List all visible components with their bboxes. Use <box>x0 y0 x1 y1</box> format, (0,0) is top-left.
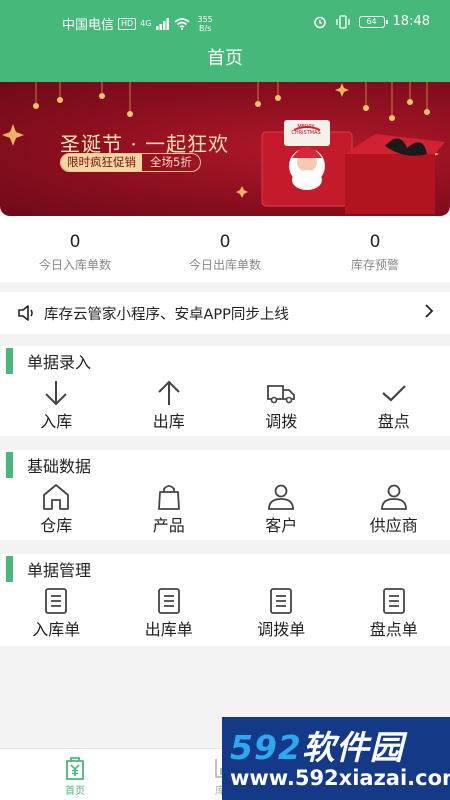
section-header: 单据管理 <box>0 554 450 584</box>
chevron-right-icon[interactable] <box>424 303 434 324</box>
menu-item-label: 盘点单 <box>369 620 418 639</box>
promo-label: 限时疯狂促销 <box>61 154 142 171</box>
banner-promo: 限时疯狂促销 全场5折 <box>60 153 201 172</box>
stat-today-inbound[interactable]: 0 今日入库单数 <box>0 216 150 282</box>
menu-item-transfer-orders[interactable]: 调拨单 <box>225 584 338 644</box>
watermark-brand: 592软件园 <box>230 728 404 767</box>
stat-label: 今日入库单数 <box>38 258 111 272</box>
section-basic-data: 基础数据 仓库 产品 客户 供应商 <box>0 450 450 540</box>
network-type: 4G <box>140 19 152 28</box>
alarm-icon <box>313 16 326 28</box>
yen-bag-icon <box>66 757 84 780</box>
arrow-down-icon <box>45 381 67 406</box>
network-speed: 355 B/s <box>197 14 213 33</box>
site-watermark: 592软件园 www.592xiazai.com <box>222 717 450 800</box>
menu-item-warehouse[interactable]: 仓库 <box>0 480 113 540</box>
section-title: 基础数据 <box>27 457 92 476</box>
menu-item-label: 出库单 <box>144 620 193 639</box>
menu-item-inbound-orders[interactable]: 入库单 <box>0 584 113 644</box>
menu-item-inbound[interactable]: 入库 <box>0 376 113 436</box>
tab-home[interactable]: 首页 <box>0 749 150 800</box>
user-icon <box>268 484 295 510</box>
section-accent-bar <box>6 452 13 478</box>
menu-item-label: 入库单 <box>32 620 81 639</box>
stats-row: 0 今日入库单数 0 今日出库单数 0 库存预警 <box>0 216 450 282</box>
menu-item-customer[interactable]: 客户 <box>225 480 338 540</box>
menu-item-label: 出库 <box>152 412 185 431</box>
status-bar: 中国电信 HD 4G 355 B/s 64 18:48 <box>0 0 450 42</box>
warehouse-icon <box>43 484 70 510</box>
document-icon <box>157 588 180 614</box>
stat-stock-warning[interactable]: 0 库存预警 <box>300 216 450 282</box>
gift-box-label: MERRY CHRISTMAS <box>291 124 321 136</box>
section-header: 单据录入 <box>0 346 450 376</box>
menu-item-label: 产品 <box>152 516 185 535</box>
promo-banner[interactable]: 圣诞节 · 一起狂欢 限时疯狂促销 全场5折 MERRY CHRISTMAS <box>0 82 450 216</box>
menu-item-label: 供应商 <box>369 516 418 535</box>
stat-value: 0 <box>69 232 81 252</box>
stat-today-outbound[interactable]: 0 今日出库单数 <box>150 216 300 282</box>
menu-item-stocktake[interactable]: 盘点 <box>338 376 450 436</box>
section-document-management: 单据管理 入库单 出库单 调拨单 盘点单 <box>0 554 450 646</box>
vibrate-icon <box>335 14 350 29</box>
section-accent-bar <box>6 556 13 582</box>
hd-badge: HD <box>118 17 137 30</box>
menu-item-label: 客户 <box>265 516 298 535</box>
stat-value: 0 <box>219 232 231 252</box>
menu-item-outbound-orders[interactable]: 出库单 <box>113 584 226 644</box>
page-title-bar: 首页 <box>0 42 450 82</box>
section-header: 基础数据 <box>0 450 450 480</box>
stat-value: 0 <box>369 232 381 252</box>
menu-item-product[interactable]: 产品 <box>113 480 226 540</box>
document-icon <box>270 588 293 614</box>
menu-item-label: 调拨 <box>265 412 298 431</box>
section-title: 单据管理 <box>27 561 92 580</box>
watermark-url: www.592xiazai.com <box>230 766 450 790</box>
check-icon <box>382 385 406 402</box>
menu-item-label: 入库 <box>40 412 73 431</box>
menu-item-supplier[interactable]: 供应商 <box>338 480 450 540</box>
wifi-icon <box>173 17 190 30</box>
stat-label: 今日出库单数 <box>188 258 261 272</box>
bag-icon <box>157 485 180 510</box>
carrier-name: 中国电信 <box>62 18 115 33</box>
menu-item-label: 仓库 <box>40 516 73 535</box>
menu-item-stocktake-orders[interactable]: 盘点单 <box>338 584 450 644</box>
menu-item-outbound[interactable]: 出库 <box>113 376 226 436</box>
menu-item-label: 盘点 <box>377 412 410 431</box>
notice-bar[interactable]: 库存云管家小程序、安卓APP同步上线 <box>0 292 450 334</box>
document-icon <box>382 588 405 614</box>
section-title: 单据录入 <box>27 353 92 372</box>
notice-text: 库存云管家小程序、安卓APP同步上线 <box>44 306 289 323</box>
stat-label: 库存预警 <box>350 258 399 272</box>
menu-item-label: 调拨单 <box>257 620 306 639</box>
page-title: 首页 <box>207 48 243 69</box>
section-accent-bar <box>6 348 13 374</box>
menu-item-transfer[interactable]: 调拨 <box>225 376 338 436</box>
document-icon <box>45 588 68 614</box>
section-document-entry: 单据录入 入库 出库 调拨 盘点 <box>0 346 450 436</box>
speaker-icon <box>18 305 33 321</box>
user-icon <box>380 484 407 510</box>
clock: 18:48 <box>392 14 430 29</box>
battery-indicator: 64 <box>358 15 388 28</box>
arrow-up-icon <box>158 380 180 405</box>
tab-label: 首页 <box>65 786 85 797</box>
signal-icon <box>155 17 169 30</box>
truck-icon <box>267 385 296 404</box>
promo-discount: 全场5折 <box>150 155 192 169</box>
